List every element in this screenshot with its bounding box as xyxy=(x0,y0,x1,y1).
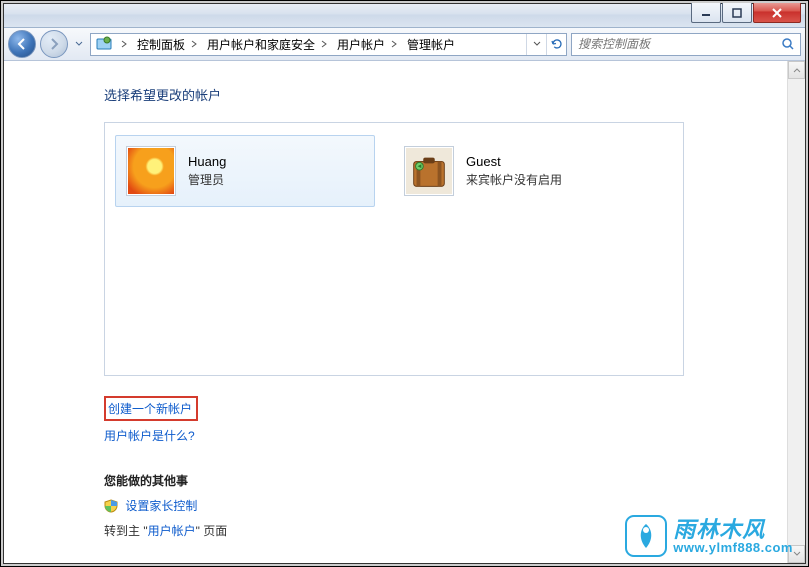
minimize-icon xyxy=(701,8,711,18)
refresh-button[interactable] xyxy=(546,34,566,55)
breadcrumb-chevron-icon[interactable] xyxy=(117,34,131,55)
breadcrumb-item[interactable]: 用户帐户和家庭安全 xyxy=(201,34,317,55)
content-area: 选择希望更改的帐户 Huang 管理员 xyxy=(4,61,787,563)
what-is-user-account-link[interactable]: 用户帐户是什么? xyxy=(104,429,195,443)
control-panel-icon xyxy=(95,35,113,53)
other-things-heading: 您能做的其他事 xyxy=(104,472,787,489)
search-icon xyxy=(781,37,795,51)
account-tile[interactable]: Huang 管理员 xyxy=(115,135,375,207)
account-status: 来宾帐户没有启用 xyxy=(466,171,562,188)
arrow-left-icon xyxy=(15,37,29,51)
chevron-down-icon xyxy=(793,551,801,557)
maximize-icon xyxy=(732,8,742,18)
nav-forward-button[interactable] xyxy=(40,30,68,58)
search-box[interactable] xyxy=(571,33,801,56)
accounts-panel: Huang 管理员 xyxy=(104,122,684,376)
suitcase-avatar-icon xyxy=(406,148,452,194)
avatar xyxy=(126,146,176,196)
watermark: 雨林木风 www.ylmf888.com xyxy=(625,515,793,557)
watermark-url: www.ylmf888.com xyxy=(673,541,793,555)
nav-back-button[interactable] xyxy=(8,30,36,58)
maximize-button[interactable] xyxy=(722,3,752,23)
address-dropdown-button[interactable] xyxy=(526,34,546,55)
search-input[interactable] xyxy=(572,37,776,51)
close-button[interactable] xyxy=(753,3,801,23)
breadcrumb-chevron-icon[interactable] xyxy=(187,34,201,55)
vertical-scrollbar[interactable] xyxy=(787,61,805,563)
avatar xyxy=(404,146,454,196)
shield-icon xyxy=(104,499,118,516)
chevron-down-icon xyxy=(533,41,541,47)
highlight-box: 创建一个新帐户 xyxy=(104,396,198,421)
breadcrumb-chevron-icon[interactable] xyxy=(317,34,331,55)
flower-avatar-icon xyxy=(128,148,174,194)
chevron-up-icon xyxy=(793,67,801,73)
breadcrumb-item[interactable]: 管理帐户 xyxy=(401,34,457,55)
minimize-button[interactable] xyxy=(691,3,721,23)
close-icon xyxy=(771,8,783,18)
titlebar xyxy=(4,4,805,28)
scroll-up-button[interactable] xyxy=(788,61,805,79)
account-name: Guest xyxy=(466,154,562,169)
nav-history-dropdown[interactable] xyxy=(72,33,86,55)
text-prefix: 转到主 " xyxy=(104,524,148,538)
address-bar[interactable]: 控制面板 用户帐户和家庭安全 用户帐户 管理帐户 xyxy=(90,33,567,56)
parental-controls-link[interactable]: 设置家长控制 xyxy=(125,499,197,513)
arrow-right-icon xyxy=(47,37,61,51)
refresh-icon xyxy=(550,37,564,51)
account-role: 管理员 xyxy=(188,171,226,188)
text-suffix: " 页面 xyxy=(196,524,228,538)
search-button[interactable] xyxy=(776,34,800,55)
chevron-down-icon xyxy=(75,41,83,47)
breadcrumb-chevron-icon[interactable] xyxy=(387,34,401,55)
scroll-track[interactable] xyxy=(788,79,805,545)
account-name: Huang xyxy=(188,154,226,169)
watermark-brand: 雨林木风 xyxy=(673,518,793,541)
user-accounts-link[interactable]: 用户帐户 xyxy=(148,524,196,538)
toolbar: 控制面板 用户帐户和家庭安全 用户帐户 管理帐户 xyxy=(4,28,805,61)
window-controls xyxy=(691,3,801,23)
account-tile[interactable]: Guest 来宾帐户没有启用 xyxy=(393,135,653,207)
watermark-logo-icon xyxy=(625,515,667,557)
create-new-account-link[interactable]: 创建一个新帐户 xyxy=(108,402,192,416)
breadcrumb-item[interactable]: 用户帐户 xyxy=(331,34,387,55)
breadcrumb-item[interactable]: 控制面板 xyxy=(131,34,187,55)
page-heading: 选择希望更改的帐户 xyxy=(104,85,787,104)
